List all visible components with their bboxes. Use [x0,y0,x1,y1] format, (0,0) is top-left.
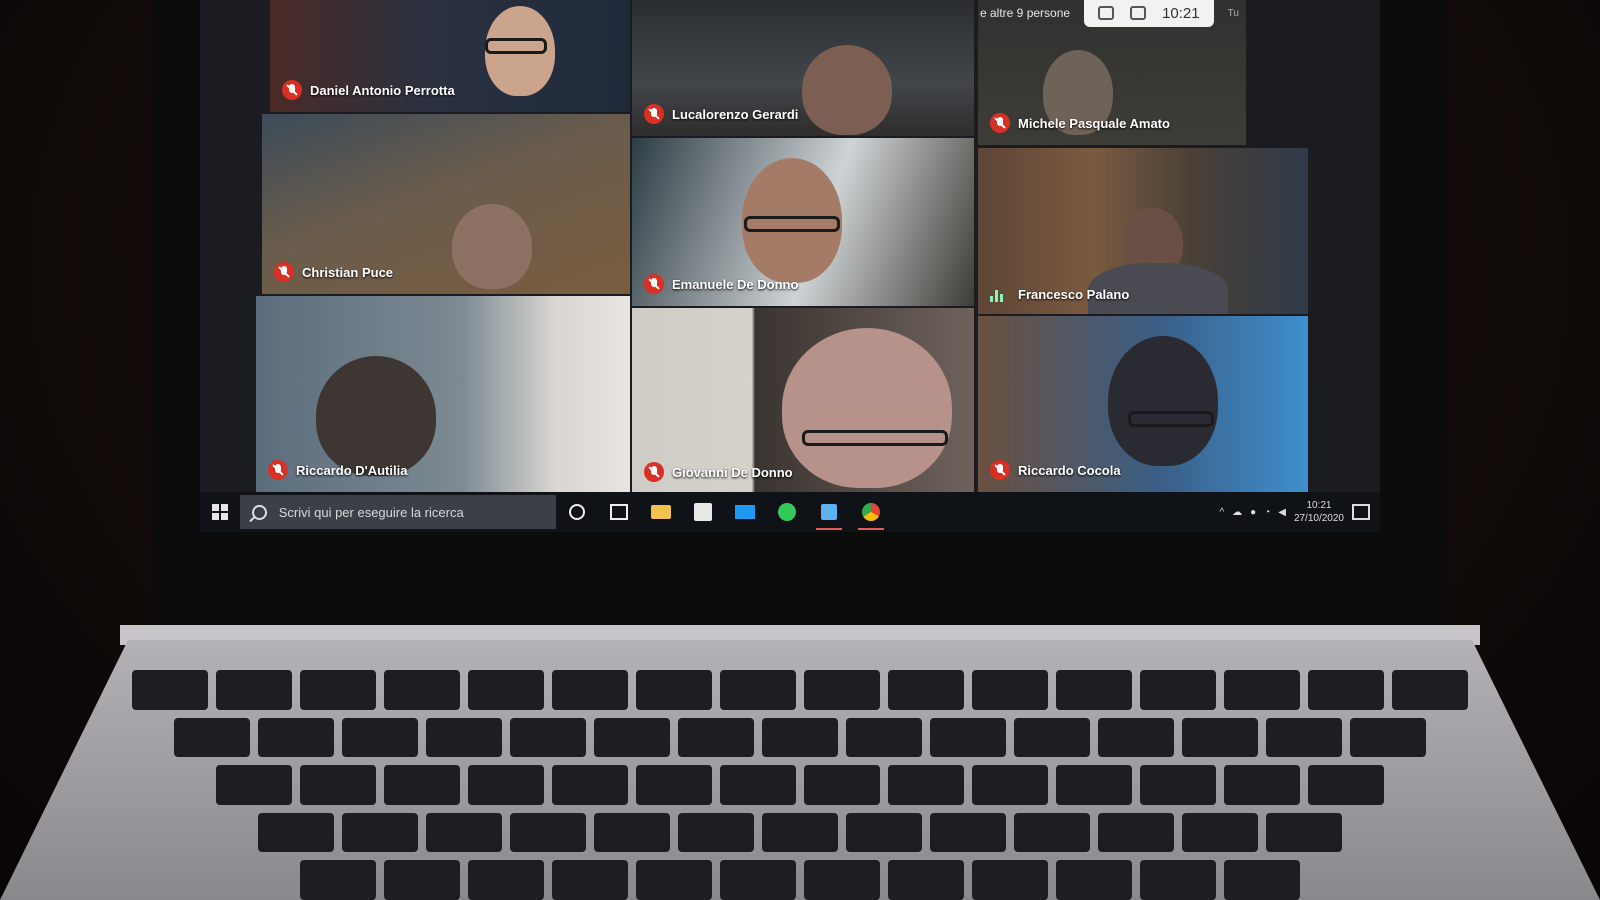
chevron-up-icon[interactable]: ^ [1219,507,1224,518]
wifi-icon[interactable]: ◔ [1264,507,1270,518]
clock-date: 27/10/2020 [1293,513,1344,524]
call-time: 10:21 [1162,4,1200,22]
windows-logo-icon [212,504,228,520]
microphone-icon[interactable]: ● [1250,507,1256,518]
mic-off-icon [274,262,294,282]
participant-tile[interactable]: Daniel Antonio Perrotta [270,0,630,112]
search-icon [252,504,267,520]
self-label: Tu [1227,7,1239,19]
taskbar-clock[interactable]: 10:21 27/10/2020 [1294,499,1344,525]
windows-taskbar: ^ ☁ ● ◔ ◀ 10:21 27/10/2020 [200,492,1380,532]
people-icon[interactable] [1098,6,1115,20]
notification-icon[interactable] [1352,504,1370,520]
laptop-screen: Daniel Antonio Perrotta Lucalorenzo Gera… [200,0,1380,532]
participant-name: Riccardo D'Autilia [296,462,408,478]
mail-icon[interactable] [724,492,766,532]
onedrive-icon[interactable]: ☁ [1232,507,1242,518]
participant-tile[interactable]: Francesco Palano [978,148,1308,314]
participant-name: Francesco Palano [1018,287,1130,302]
whatsapp-icon[interactable] [766,492,808,532]
taskbar-search[interactable] [240,495,556,529]
store-icon[interactable] [682,492,724,532]
participant-name: Lucalorenzo Gerardi [672,106,799,122]
participant-tile[interactable]: Lucalorenzo Gerardi [632,0,974,136]
chrome-icon[interactable] [850,492,892,532]
keyboard [80,670,1520,900]
file-explorer-icon[interactable] [640,492,682,532]
search-input[interactable] [276,503,544,521]
notes-icon[interactable] [808,492,850,532]
participant-name: Giovanni De Donno [672,464,793,480]
cortana-icon[interactable] [556,492,598,532]
call-header: e altre 9 persone 10:21 Tu [980,0,1280,27]
call-info-panel: 10:21 [1084,0,1214,27]
speaking-indicator-icon [990,288,1010,302]
participant-name: Riccardo Cocola [1018,462,1121,478]
participant-name: Emanuele De Donno [672,276,799,292]
mic-off-icon [644,274,664,294]
volume-icon[interactable]: ◀ [1278,507,1286,518]
clock-time: 10:21 [1306,500,1332,511]
task-view-icon[interactable] [598,492,640,532]
participant-tile[interactable]: Christian Puce [262,114,630,294]
participant-tile[interactable]: Emanuele De Donno [632,138,974,306]
participant-tile[interactable]: Riccardo Cocola [978,316,1308,492]
mic-off-icon [990,460,1010,480]
mic-off-icon [644,462,664,482]
system-tray: ^ ☁ ● ◔ ◀ 10:21 27/10/2020 [1219,492,1370,532]
chat-icon[interactable] [1130,6,1147,20]
participant-count: e altre 9 persone [980,6,1071,20]
participant-name: Christian Puce [302,264,394,280]
participant-tile[interactable]: Giovanni De Donno [632,308,974,494]
participant-name: Daniel Antonio Perrotta [310,82,455,98]
participant-tile[interactable]: Riccardo D'Autilia [256,296,630,492]
participant-name: Michele Pasquale Amato [1018,115,1170,131]
mic-off-icon [282,80,302,100]
start-button[interactable] [200,492,240,532]
mic-off-icon [268,460,288,480]
mic-off-icon [990,113,1010,133]
mic-off-icon [644,104,664,124]
